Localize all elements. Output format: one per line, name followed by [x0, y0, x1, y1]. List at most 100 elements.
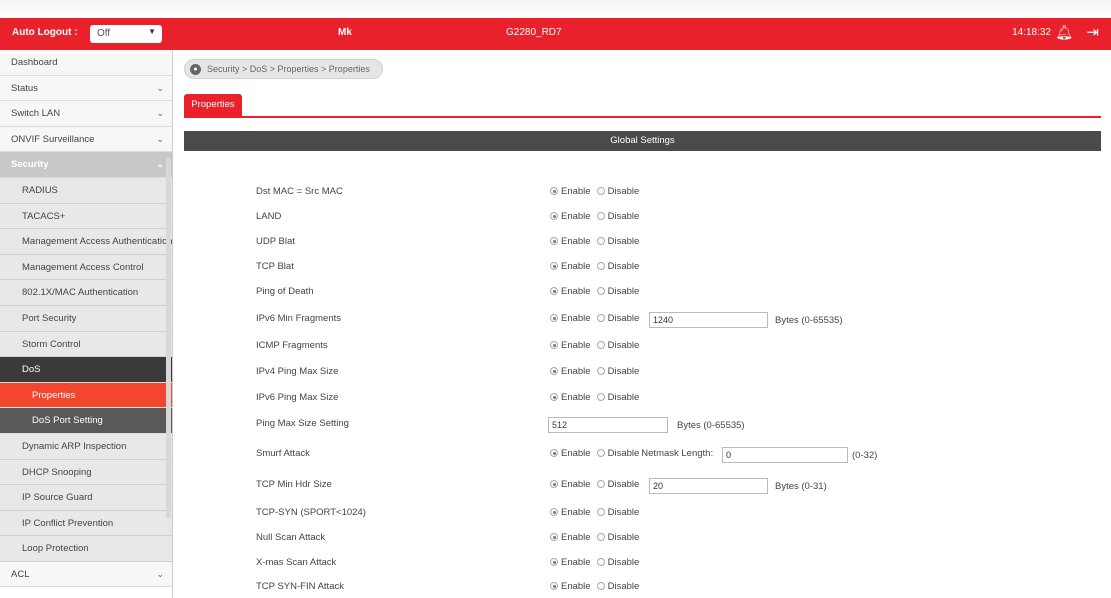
disable-radio[interactable]: Disable — [596, 211, 640, 222]
enable-label: Enable — [561, 532, 591, 543]
ipv6-min-fragments-input[interactable]: 1240 — [649, 312, 768, 328]
netmask-length-label: Netmask Length: — [641, 448, 714, 459]
disable-radio[interactable]: Disable — [596, 236, 640, 247]
enable-label: Enable — [561, 581, 591, 592]
disable-radio[interactable]: Disable — [596, 479, 640, 490]
enable-radio[interactable]: Enable — [550, 392, 591, 403]
enable-label: Enable — [561, 286, 591, 297]
enable-radio[interactable]: Enable — [550, 211, 591, 222]
disable-label: Disable — [607, 366, 640, 377]
disable-label: Disable — [607, 532, 640, 543]
sidebar-item-security[interactable]: Security ⌄ — [0, 152, 172, 178]
enable-radio[interactable]: Enable — [550, 366, 591, 377]
ping-max-size-input[interactable]: 512 — [548, 417, 668, 433]
netmask-length-input[interactable]: 0 — [722, 447, 848, 463]
setting-label: IPv6 Min Fragments — [256, 313, 341, 324]
disable-radio[interactable]: Disable — [596, 366, 640, 377]
sidebar-item-onvif-surveillance[interactable]: ONVIF Surveillance ⌄ — [0, 126, 172, 153]
auto-logout-select[interactable]: Off ▼ — [90, 25, 162, 43]
setting-row-smurf-attack: Smurf Attack Enable Disable Netmask Length… — [0, 445, 1111, 467]
bell-icon[interactable]: 🔔︎ — [1055, 24, 1073, 41]
enable-radio[interactable]: Enable — [550, 448, 591, 459]
setting-label: Ping of Death — [256, 286, 314, 297]
enable-radio[interactable]: Enable — [550, 186, 591, 197]
disable-radio[interactable]: Disable — [596, 448, 639, 459]
disable-radio[interactable]: Disable — [596, 261, 639, 272]
tab-properties[interactable]: Properties — [184, 94, 242, 116]
sidebar-item-label: Dashboard — [11, 57, 58, 68]
disable-radio[interactable]: Disable — [596, 507, 639, 518]
clock: 14:18:32 — [1012, 27, 1051, 38]
disable-label: Disable — [607, 392, 640, 403]
setting-row-ipv6-min-fragments: IPv6 Min Fragments Enable Disable 1240 By… — [0, 310, 1111, 332]
enable-radio[interactable]: Enable — [550, 507, 591, 518]
disable-label: Disable — [607, 236, 640, 247]
setting-label: Ping Max Size Setting — [256, 418, 349, 429]
sidebar-item-label: Security — [11, 159, 49, 171]
setting-row-xmas-scan-attack: X-mas Scan Attack Enable Disable — [0, 554, 1111, 576]
disable-label: Disable — [607, 286, 640, 297]
enable-radio[interactable]: Enable — [550, 479, 591, 490]
disable-radio[interactable]: Disable — [596, 186, 640, 197]
section-header-global-settings: Global Settings — [184, 131, 1101, 151]
disable-radio[interactable]: Disable — [596, 340, 640, 351]
browser-top-edge — [0, 0, 1111, 18]
setting-label: TCP-SYN (SPORT<1024) — [256, 507, 366, 518]
sidebar-item-label: Switch LAN — [11, 108, 61, 120]
ipv6-min-fragments-hint: Bytes (0-65535) — [775, 315, 843, 326]
disable-label: Disable — [607, 211, 640, 222]
disable-radio[interactable]: Disable — [596, 581, 639, 592]
breadcrumb: ● Security > DoS > Properties > Properti… — [184, 59, 383, 79]
enable-label: Enable — [561, 448, 591, 459]
setting-label: IPv4 Ping Max Size — [256, 366, 339, 377]
setting-row-land: LAND Enable Disable — [0, 208, 1111, 230]
enable-label: Enable — [561, 507, 591, 518]
disable-label: Disable — [607, 186, 640, 197]
setting-label: UDP Blat — [256, 236, 295, 247]
setting-label: TCP Blat — [256, 261, 294, 272]
enable-label: Enable — [561, 236, 591, 247]
disable-label: Disable — [607, 479, 640, 490]
sidebar-item-label: ONVIF Surveillance — [11, 133, 95, 145]
sidebar-item-label: Status — [11, 82, 38, 94]
tab-underline — [184, 116, 1101, 118]
ping-max-size-hint: Bytes (0-65535) — [677, 420, 745, 431]
enable-radio[interactable]: Enable — [550, 286, 591, 297]
sidebar-item-switch-lan[interactable]: Switch LAN ⌄ — [0, 101, 172, 127]
enable-radio[interactable]: Enable — [550, 340, 591, 351]
setting-row-icmp-fragments: ICMP Fragments Enable Disable — [0, 337, 1111, 359]
enable-radio[interactable]: Enable — [550, 532, 591, 543]
enable-label: Enable — [561, 313, 591, 324]
netmask-length-hint: (0-32) — [852, 450, 878, 461]
device-model: G2280_RD7 — [506, 27, 562, 38]
enable-label: Enable — [561, 340, 591, 351]
enable-radio[interactable]: Enable — [550, 313, 591, 324]
disable-label: Disable — [607, 340, 640, 351]
enable-radio[interactable]: Enable — [550, 581, 591, 592]
sidebar-item-dashboard[interactable]: Dashboard — [0, 50, 172, 76]
disable-radio[interactable]: Disable — [596, 392, 640, 403]
enable-label: Enable — [561, 211, 591, 222]
disable-radio[interactable]: Disable — [596, 286, 640, 297]
setting-row-ipv6-ping-max-size: IPv6 Ping Max Size Enable Disable — [0, 389, 1111, 411]
enable-label: Enable — [561, 557, 591, 568]
logout-icon[interactable]: ⇥ — [1086, 23, 1099, 41]
setting-row-tcp-min-hdr-size: TCP Min Hdr Size Enable Disable 20 Bytes … — [0, 476, 1111, 498]
setting-label: TCP Min Hdr Size — [256, 479, 332, 490]
sidebar-item-status[interactable]: Status ⌄ — [0, 75, 172, 102]
setting-row-ping-of-death: Ping of Death Enable Disable — [0, 283, 1111, 305]
enable-radio[interactable]: Enable — [550, 557, 591, 568]
enable-radio[interactable]: Enable — [550, 236, 591, 247]
enable-label: Enable — [561, 392, 591, 403]
setting-label: X-mas Scan Attack — [256, 557, 337, 568]
disable-radio[interactable]: Disable — [596, 532, 640, 543]
tcp-min-hdr-size-input[interactable]: 20 — [649, 478, 768, 494]
disable-radio[interactable]: Disable — [596, 313, 639, 324]
enable-label: Enable — [561, 261, 591, 272]
setting-label: TCP SYN-FIN Attack — [256, 581, 344, 592]
select-caret-icon: ▼ — [148, 27, 156, 36]
disable-label: Disable — [607, 557, 640, 568]
setting-label: Null Scan Attack — [256, 532, 326, 543]
disable-radio[interactable]: Disable — [596, 557, 640, 568]
enable-radio[interactable]: Enable — [550, 261, 591, 272]
